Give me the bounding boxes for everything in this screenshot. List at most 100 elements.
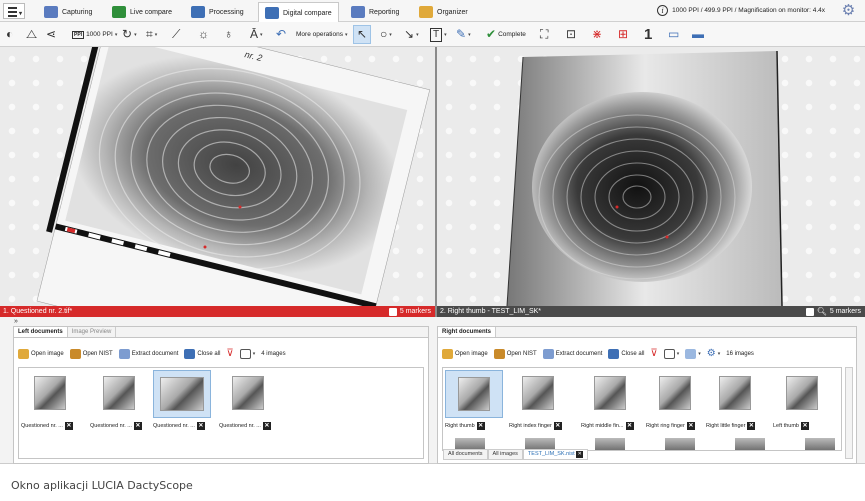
pointer-tool-button[interactable]: ↖ — [353, 25, 371, 44]
point-tool-dropdown[interactable]: ○ ▾ — [380, 25, 392, 44]
crop-icon: ⌗ — [146, 27, 153, 41]
list-item[interactable]: Questioned nr. ... ✕ — [219, 370, 277, 430]
close-icon[interactable]: ✕ — [196, 422, 205, 430]
close-icon[interactable]: ✕ — [262, 422, 271, 430]
tab-capturing[interactable]: Capturing — [38, 2, 98, 22]
add-marker-icon: ⊞ — [618, 27, 629, 41]
curves-icon: ⟋ — [172, 27, 181, 41]
list-item[interactable]: Questioned nr. ... ✕ — [21, 370, 79, 430]
crop-dropdown[interactable]: ⌗ ▾ — [146, 25, 157, 44]
more-operations-dropdown[interactable]: More operations ▾ — [296, 25, 348, 44]
close-icon[interactable]: ✕ — [64, 422, 73, 430]
reporting-icon — [351, 6, 365, 18]
filter-button[interactable]: ⊽ — [650, 348, 657, 359]
list-item[interactable]: Right little finger ✕ — [706, 370, 764, 430]
list-item-selected[interactable]: Right thumb ✕ — [445, 370, 503, 430]
mirror-horizontal-button[interactable]: ⧍ — [26, 25, 37, 44]
view-mode-dropdown[interactable]: ▾ — [663, 348, 679, 359]
fit-view-button[interactable]: ⛶ — [540, 25, 548, 44]
open-image-button[interactable]: Open image — [18, 348, 64, 359]
tab-right-documents[interactable]: Right documents — [438, 327, 496, 337]
page-layout-icon: ▭ — [668, 27, 680, 41]
close-icon[interactable]: ✕ — [801, 422, 809, 430]
extract-icon — [542, 348, 554, 359]
rotate-dropdown[interactable]: ↻ ▾ — [122, 25, 137, 44]
close-all-button[interactable]: Close all — [184, 348, 220, 359]
extract-document-button[interactable]: Extract document — [118, 348, 178, 359]
view-mode-dropdown[interactable]: ▾ — [239, 348, 255, 359]
annotation-text-dropdown[interactable]: T ▾ — [430, 25, 447, 44]
monitor-info: i 1000 PPI / 499.9 PPI / Magnification o… — [657, 5, 825, 16]
vector-tool-dropdown[interactable]: ↘ ▾ — [404, 25, 419, 44]
split-layout-icon: ▬ — [692, 27, 704, 41]
annotation-text-icon: T — [430, 27, 443, 42]
tab-organizer[interactable]: Organizer — [413, 2, 474, 22]
brightness-button[interactable]: ☼ — [198, 25, 209, 44]
filter-button[interactable]: ⊽ — [226, 348, 233, 359]
viewer-splitter[interactable] — [435, 47, 437, 317]
list-item-selected[interactable]: Questioned nr. ... ✕ — [153, 370, 211, 430]
left-documents-toolbar: Open image Open NIST Extract document Cl… — [14, 345, 286, 362]
main-menu-button[interactable]: ▾ — [3, 3, 25, 19]
open-nist-button[interactable]: Open NIST — [69, 348, 113, 359]
settings-gear-icon[interactable]: ⚙ — [840, 2, 857, 19]
tab-processing[interactable]: Processing — [185, 2, 250, 22]
list-item[interactable]: Left thumb ✕ — [773, 370, 831, 430]
left-image-viewer[interactable]: nr. 2 1. Questioned nr. 2.tif* 5 markers — [0, 47, 435, 317]
mirror-horizontal-icon: ⧍ — [26, 27, 38, 41]
close-icon[interactable]: ✕ — [747, 422, 756, 430]
close-icon[interactable]: ✕ — [625, 422, 634, 430]
close-icon[interactable]: ✕ — [576, 451, 584, 458]
close-all-button[interactable]: Close all — [608, 348, 644, 359]
split-layout-button[interactable]: ▬ — [692, 25, 704, 44]
add-marker-button[interactable]: ⊞ — [618, 25, 628, 44]
clear-markers-button[interactable]: ⋇ — [592, 25, 602, 44]
open-image-button[interactable]: Open image — [442, 348, 488, 359]
right-image-viewer[interactable]: 2. Right thumb - TEST_LIM_SK* 🔍︎ 5 marker… — [437, 47, 865, 317]
tab-all-images[interactable]: All images — [487, 449, 523, 460]
list-item[interactable]: Right ring finger ✕ — [646, 370, 704, 430]
open-nist-button[interactable]: Open NIST — [493, 348, 537, 359]
list-item[interactable]: Questioned nr. ... ✕ — [90, 370, 148, 430]
close-icon[interactable]: ✕ — [553, 422, 562, 430]
undo-button[interactable]: ↶ — [276, 25, 286, 44]
thumbnail-scrollbar[interactable] — [845, 367, 853, 459]
page-layout-button[interactable]: ▭ — [668, 25, 679, 44]
list-item[interactable]: Right middle fin... ✕ — [581, 370, 639, 430]
image-viewers: nr. 2 1. Questioned nr. 2.tif* 5 markers — [0, 47, 865, 317]
tab-reporting[interactable]: Reporting — [345, 2, 405, 22]
layout-dropdown[interactable]: ▾ — [685, 348, 701, 359]
ppi-icon: PPI — [72, 30, 85, 39]
close-icon[interactable]: ✕ — [133, 422, 142, 430]
highlighter-dropdown[interactable]: ✎ ▾ — [456, 25, 471, 44]
thumbnail-image — [458, 377, 490, 411]
close-icon[interactable]: ✕ — [686, 422, 695, 430]
curves-button[interactable]: ⟋ — [172, 25, 180, 44]
list-view-icon — [663, 348, 675, 359]
thumbnail-image — [232, 376, 264, 410]
tab-image-preview[interactable]: Image Preview — [68, 327, 117, 337]
tab-left-documents[interactable]: Left documents — [14, 327, 68, 337]
text-tool-dropdown[interactable]: Ā ▾ — [250, 25, 263, 44]
nist-icon — [493, 348, 505, 359]
collapse-panels-icon[interactable]: » — [14, 318, 18, 325]
complete-button[interactable]: ✔ Complete — [486, 25, 526, 44]
close-icon[interactable]: ✕ — [476, 422, 485, 430]
info-icon: i — [657, 5, 669, 16]
tab-all-documents[interactable]: All documents — [443, 449, 488, 460]
single-view-button[interactable]: 1 — [644, 25, 652, 44]
options-dropdown[interactable]: ⚙ ▾ — [707, 348, 720, 359]
questioned-fingerprint-image: nr. 2 — [36, 47, 431, 306]
list-view-icon — [239, 348, 251, 359]
contrast-button[interactable]: ♁ — [224, 25, 233, 44]
ppi-dropdown[interactable]: PPI 1000 PPI ▾ — [72, 25, 117, 44]
tab-test-nist[interactable]: TEST_LIM_SK.nist ✕ — [522, 449, 589, 460]
invert-button[interactable]: ◐ — [6, 25, 13, 44]
tab-live-compare[interactable]: Live compare — [106, 2, 178, 22]
list-item[interactable]: Right index finger ✕ — [509, 370, 567, 430]
tab-digital-compare[interactable]: Digital compare — [258, 2, 339, 23]
brightness-icon: ☼ — [198, 27, 209, 41]
mirror-vertical-button[interactable]: ⋖ — [46, 25, 56, 44]
center-view-button[interactable]: ⊡ — [566, 25, 576, 44]
extract-document-button[interactable]: Extract document — [542, 348, 602, 359]
